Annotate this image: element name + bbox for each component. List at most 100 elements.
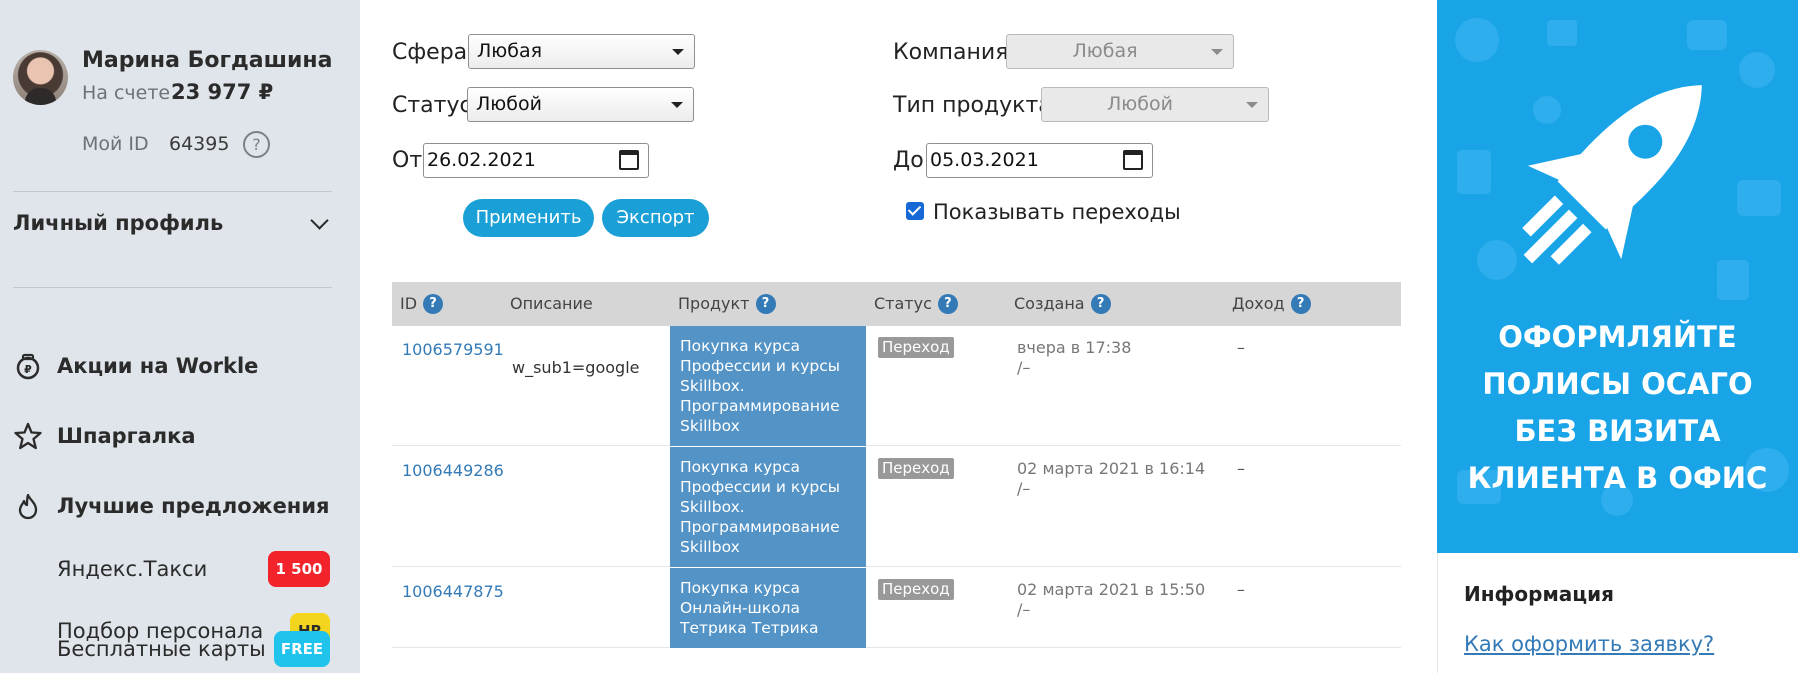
help-icon[interactable]: ? xyxy=(423,294,444,314)
help-icon[interactable]: ? xyxy=(1290,294,1311,314)
nav-item-label: Акции на Workle xyxy=(57,354,259,378)
row-created-date: 02 марта 2021 в 15:50 xyxy=(1017,580,1206,599)
column-header-status: Статус? xyxy=(874,282,958,326)
offer-label: Бесплатные карты xyxy=(57,637,266,661)
dropdown-arrow-icon xyxy=(672,49,684,55)
column-header-id: ID? xyxy=(400,282,444,326)
row-created-date: 02 марта 2021 в 16:14 xyxy=(1017,459,1206,478)
status-select-value: Любой xyxy=(476,93,542,115)
export-button[interactable]: Экспорт xyxy=(602,199,709,237)
row-created-extra: /– xyxy=(1017,479,1031,498)
table-row: 1006449286 Покупка курса Профессии и кур… xyxy=(392,447,1401,567)
chevron-down-icon[interactable] xyxy=(310,211,329,230)
column-header-created: Создана? xyxy=(1014,282,1111,326)
status-select[interactable]: Любой xyxy=(467,87,694,122)
row-id-link[interactable]: 1006449286 xyxy=(402,461,504,480)
sphere-select-value: Любая xyxy=(477,40,543,62)
row-product: Покупка курса Профессии и курсы Skillbox… xyxy=(670,326,866,446)
svg-text:₽: ₽ xyxy=(24,363,32,376)
offer-yandex-taxi[interactable]: Яндекс.Такси 1 500 xyxy=(57,551,330,587)
calendar-icon[interactable] xyxy=(619,150,639,170)
help-icon[interactable]: ? xyxy=(755,294,776,314)
user-name[interactable]: Марина Богдашина xyxy=(82,48,332,73)
row-created: вчера в 17:38 /– xyxy=(1017,338,1131,378)
balance-label: На счете xyxy=(82,82,171,104)
row-created: 02 марта 2021 в 15:50 /– xyxy=(1017,580,1205,620)
avatar[interactable] xyxy=(13,50,68,105)
offer-label: Яндекс.Такси xyxy=(57,557,208,581)
nav-item-best-offers[interactable]: Лучшие предложения xyxy=(13,491,330,521)
row-income: – xyxy=(1237,580,1245,599)
row-created-extra: /– xyxy=(1017,358,1031,377)
row-created-date: вчера в 17:38 xyxy=(1017,338,1132,357)
sidebar: Марина Богдашина На счете 23 977 ₽ Мой I… xyxy=(0,0,360,673)
divider xyxy=(13,287,332,288)
osago-ad-banner[interactable]: ОФОРМЛЯЙТЕ ПОЛИСЫ ОСАГО БЕЗ ВИЗИТА КЛИЕН… xyxy=(1437,0,1798,553)
to-date-input[interactable]: 05.03.2021 xyxy=(926,143,1153,178)
dropdown-arrow-icon xyxy=(671,102,683,108)
table-header: ID? Описание Продукт? Статус? Создана? Д… xyxy=(392,282,1401,326)
column-header-label: Статус xyxy=(874,294,932,313)
help-icon[interactable]: ? xyxy=(1090,294,1111,314)
product-type-label: Тип продукта xyxy=(893,93,1052,118)
status-badge: Переход xyxy=(878,579,954,600)
id-help-icon[interactable]: ? xyxy=(243,131,270,158)
personal-profile-toggle[interactable]: Личный профиль xyxy=(13,211,223,235)
offer-badge: FREE xyxy=(274,631,330,667)
table-row: 1006579591 w_sub1=google Покупка курса П… xyxy=(392,326,1401,446)
sphere-label: Сфера xyxy=(392,40,468,65)
row-id-link[interactable]: 1006579591 xyxy=(402,340,504,359)
to-label: До xyxy=(893,148,924,173)
balance-value: 23 977 ₽ xyxy=(171,80,274,104)
nav-item-cheatsheet[interactable]: Шпаргалка xyxy=(13,421,196,451)
row-id-link[interactable]: 1006447875 xyxy=(402,582,504,601)
row-created-extra: /– xyxy=(1017,600,1031,619)
divider xyxy=(13,191,332,192)
row-description: w_sub1=google xyxy=(512,358,640,377)
product-type-select[interactable]: Любой xyxy=(1041,87,1269,122)
company-label: Компания xyxy=(893,40,1009,65)
from-date-value: 26.02.2021 xyxy=(427,149,536,171)
row-product: Покупка курса Профессии и курсы Skillbox… xyxy=(670,447,866,567)
my-id-label: Мой ID xyxy=(82,133,149,155)
show-transitions-label[interactable]: Показывать переходы xyxy=(933,200,1181,224)
rocket-icon xyxy=(1522,85,1702,265)
status-badge: Переход xyxy=(878,337,954,358)
to-date-value: 05.03.2021 xyxy=(930,149,1039,171)
dropdown-arrow-icon xyxy=(1246,102,1258,108)
dropdown-arrow-icon xyxy=(1211,49,1223,55)
product-type-select-value: Любой xyxy=(1107,93,1173,115)
fire-icon xyxy=(13,491,43,521)
star-icon xyxy=(13,421,43,451)
ad-line: ОФОРМЛЯЙТЕ xyxy=(1498,320,1737,354)
apply-button[interactable]: Применить xyxy=(463,199,594,237)
status-badge: Переход xyxy=(878,458,954,479)
company-select[interactable]: Любая xyxy=(1006,34,1234,69)
how-to-apply-link[interactable]: Как оформить заявку? xyxy=(1464,632,1714,656)
piggy-bank-icon: ₽ xyxy=(13,351,43,381)
column-header-description: Описание xyxy=(510,282,593,326)
from-label: От xyxy=(392,148,423,173)
column-header-label: Создана xyxy=(1014,294,1085,313)
nav-item-workle-promotions[interactable]: ₽ Акции на Workle xyxy=(13,351,258,381)
from-date-input[interactable]: 26.02.2021 xyxy=(423,143,649,178)
column-header-label: Описание xyxy=(510,294,593,313)
my-id-value: 64395 xyxy=(169,133,230,155)
row-income: – xyxy=(1237,459,1245,478)
show-transitions-checkbox[interactable] xyxy=(906,202,924,220)
status-label: Статус xyxy=(392,93,472,118)
sphere-select[interactable]: Любая xyxy=(468,34,695,69)
calendar-icon[interactable] xyxy=(1123,150,1143,170)
column-header-product: Продукт? xyxy=(678,282,776,326)
column-header-income: Доход? xyxy=(1232,282,1311,326)
ad-line: КЛИЕНТА В ОФИС xyxy=(1467,461,1768,495)
offer-free-cards[interactable]: Бесплатные карты FREE xyxy=(57,631,330,667)
nav-item-label: Лучшие предложения xyxy=(57,494,330,518)
ad-headline: ОФОРМЛЯЙТЕ ПОЛИСЫ ОСАГО БЕЗ ВИЗИТА КЛИЕН… xyxy=(1437,314,1798,502)
column-header-label: Доход xyxy=(1232,294,1285,313)
column-header-label: Продукт xyxy=(678,294,750,313)
help-icon[interactable]: ? xyxy=(937,294,958,314)
company-select-value: Любая xyxy=(1072,40,1138,62)
table-row: 1006447875 Покупка курса Онлайн-школа Те… xyxy=(392,568,1401,648)
offer-badge: 1 500 xyxy=(268,551,330,587)
